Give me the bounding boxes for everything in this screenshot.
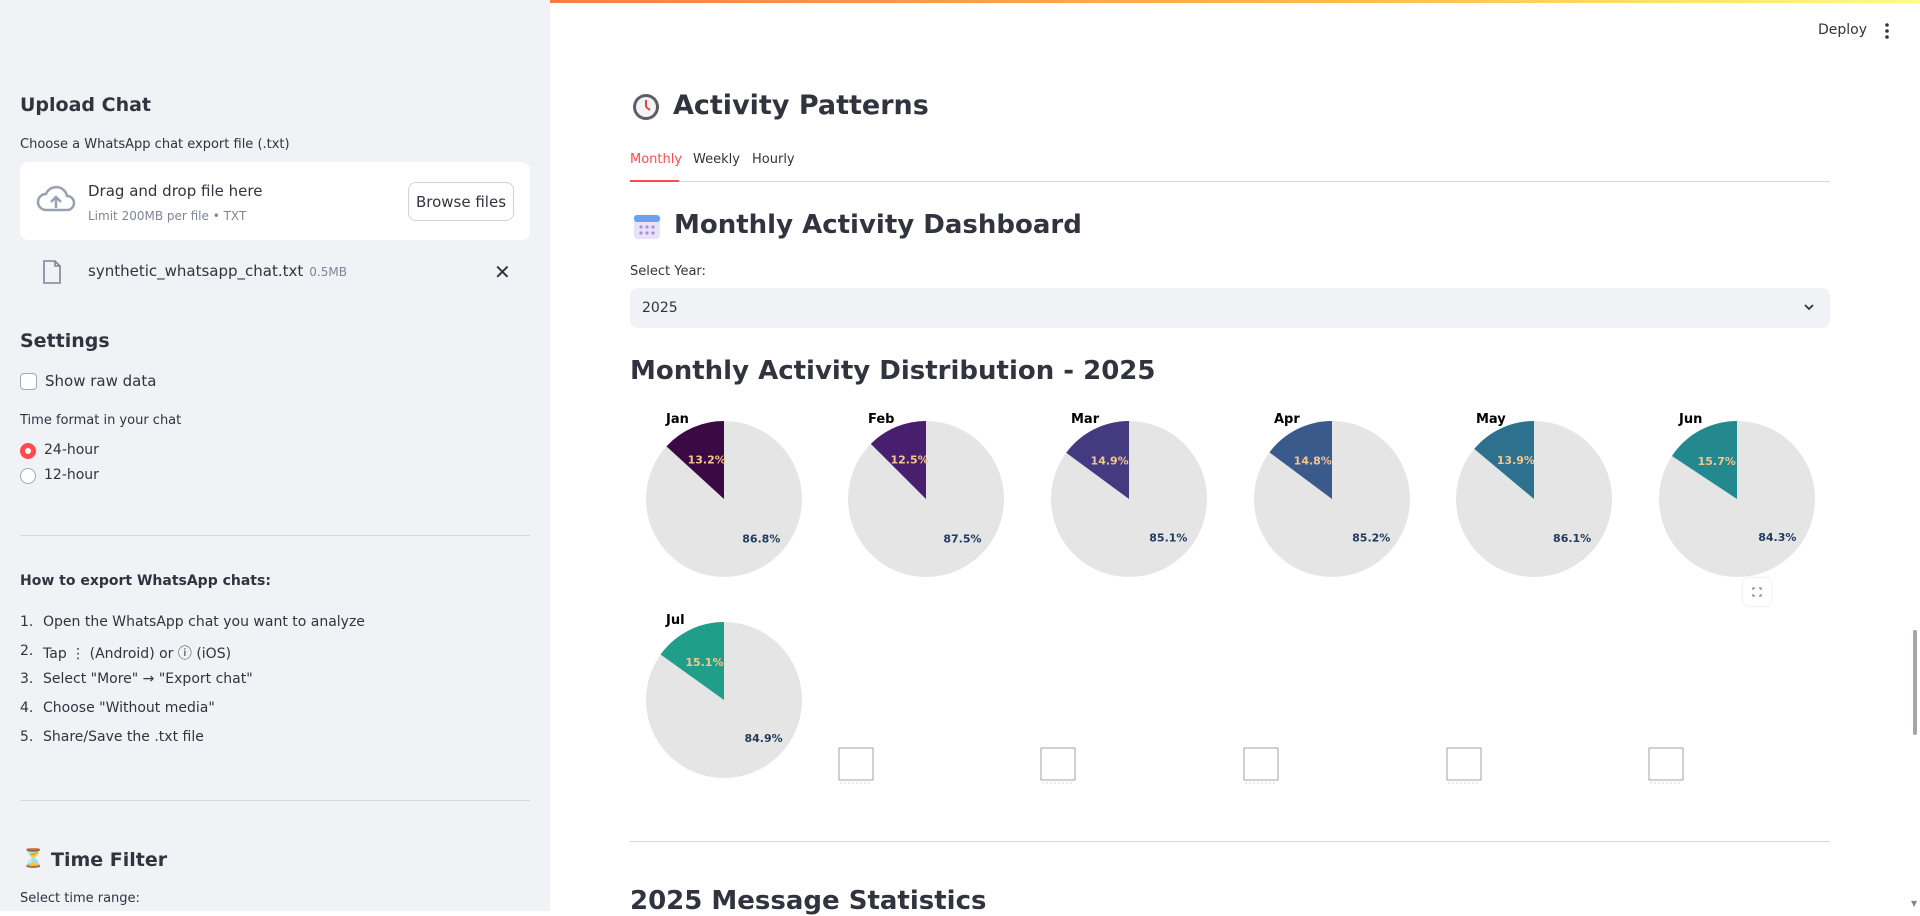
pie-rest-label: 87.5% <box>943 533 981 546</box>
activity-patterns-heading: Activity Patterns <box>673 90 929 121</box>
step-number: 2. <box>20 643 34 659</box>
year-select-value: 2025 <box>642 300 678 316</box>
pie-rest-label: 85.1% <box>1149 531 1187 544</box>
tab-hourly[interactable]: Hourly <box>752 152 795 167</box>
uploaded-file-row: synthetic_whatsapp_chat.txt 0.5MB ✕ <box>20 258 530 290</box>
file-size: 0.5MB <box>309 265 347 279</box>
radio-12-hour-label: 12-hour <box>44 467 99 483</box>
pie-month-title: Mar <box>1071 412 1100 427</box>
step-number: 3. <box>20 671 34 687</box>
tab-weekly[interactable]: Weekly <box>693 152 740 167</box>
export-step: Select "More" → "Export chat" <box>43 671 253 687</box>
calendar-icon <box>634 215 660 239</box>
step-number: 4. <box>20 700 34 716</box>
year-select[interactable]: 2025 <box>630 288 1830 328</box>
empty-chart-placeholder <box>1040 747 1076 784</box>
file-dropzone[interactable]: Drag and drop file here Limit 200MB per … <box>20 162 530 240</box>
time-range-label: Select time range: <box>20 891 140 906</box>
sidebar: Upload Chat Choose a WhatsApp chat expor… <box>0 0 550 911</box>
chevron-down-icon <box>1804 304 1814 311</box>
pie-share-label: 14.9% <box>1091 455 1129 468</box>
monthly-dashboard-heading: Monthly Activity Dashboard <box>674 210 1082 240</box>
pie-month-title: Jun <box>1678 412 1702 427</box>
empty-chart-placeholder <box>1648 747 1684 784</box>
pie-share-label: 13.2% <box>688 454 726 467</box>
upload-chat-heading: Upload Chat <box>20 94 152 116</box>
pie-month-title: May <box>1476 412 1506 427</box>
time-format-label: Time format in your chat <box>20 413 182 428</box>
tabs-baseline <box>630 181 1830 182</box>
radio-12-hour[interactable] <box>20 468 36 484</box>
pie-rest-label: 84.9% <box>745 732 783 745</box>
main-content: Activity Patterns Monthly Weekly Hourly … <box>550 0 1920 916</box>
export-step: Share/Save the .txt file <box>43 729 204 745</box>
pie-month-title: Apr <box>1274 412 1300 427</box>
time-filter-heading: Time Filter <box>51 849 168 871</box>
empty-chart-placeholder <box>838 747 874 784</box>
empty-chart-placeholder <box>1446 747 1482 784</box>
pie-chart-apr: 14.8% 85.2% Apr <box>1254 412 1410 577</box>
pie-share-label: 13.9% <box>1497 454 1535 467</box>
radio-24-hour-label: 24-hour <box>44 442 99 458</box>
pie-rest-label: 86.1% <box>1553 532 1591 545</box>
pie-share-label: 12.5% <box>890 453 928 466</box>
settings-heading: Settings <box>20 330 110 352</box>
file-name: synthetic_whatsapp_chat.txt 0.5MB <box>88 262 347 280</box>
remove-file-close-icon[interactable]: ✕ <box>494 260 511 284</box>
section-divider <box>630 841 1830 842</box>
pie-share-label: 15.1% <box>685 656 723 669</box>
pie-chart-jan: 13.2% 86.8% Jan <box>646 412 802 577</box>
pie-chart-feb: 12.5% 87.5% Feb <box>848 412 1004 577</box>
pie-share-label: 15.7% <box>1698 455 1736 468</box>
distribution-heading: Monthly Activity Distribution - 2025 <box>630 356 1156 386</box>
browse-files-button[interactable]: Browse files <box>408 182 514 221</box>
select-year-label: Select Year: <box>630 264 706 279</box>
file-name-text: synthetic_whatsapp_chat.txt <box>88 262 304 280</box>
pie-chart-jul: 15.1% 84.9% Jul <box>646 613 802 778</box>
dropzone-title: Drag and drop file here <box>88 182 263 200</box>
expand-icon <box>1752 587 1762 597</box>
pie-rest-label: 86.8% <box>742 532 780 545</box>
page-scrollbar[interactable] <box>1913 630 1917 735</box>
radio-24-hour[interactable] <box>20 443 36 459</box>
upload-label: Choose a WhatsApp chat export file (.txt… <box>20 137 290 152</box>
dropzone-limit: Limit 200MB per file • TXT <box>88 209 247 223</box>
fullscreen-expand-button[interactable] <box>1743 578 1771 606</box>
pie-chart-may: 13.9% 86.1% May <box>1456 412 1612 577</box>
step-number: 5. <box>20 729 34 745</box>
sidebar-divider <box>20 535 530 536</box>
scroll-down-arrow-icon[interactable]: ▼ <box>1911 899 1917 908</box>
pie-month-title: Jan <box>665 412 689 427</box>
pie-chart-mar: 14.9% 85.1% Mar <box>1051 412 1207 577</box>
tab-monthly[interactable]: Monthly <box>630 152 682 167</box>
pie-month-title: Jul <box>665 613 685 628</box>
empty-chart-placeholder <box>1243 747 1279 784</box>
export-step: Tap ⋮ (Android) or ⓘ (iOS) <box>43 646 232 662</box>
pie-share-label: 14.8% <box>1294 455 1332 468</box>
show-raw-data-label: Show raw data <box>45 372 157 390</box>
export-step: Choose "Without media" <box>43 700 215 716</box>
pie-rest-label: 85.2% <box>1352 531 1390 544</box>
cloud-upload-icon <box>36 185 76 212</box>
clock-icon <box>633 94 659 120</box>
how-to-export-heading: How to export WhatsApp chats: <box>20 573 271 589</box>
step-number: 1. <box>20 614 34 630</box>
active-tab-indicator <box>630 180 679 182</box>
export-step: Open the WhatsApp chat you want to analy… <box>43 614 365 630</box>
pie-chart-jun: 15.7% 84.3% Jun <box>1659 412 1815 577</box>
pie-rest-label: 84.3% <box>1758 531 1796 544</box>
sidebar-divider <box>20 800 530 801</box>
pie-month-title: Feb <box>868 412 894 427</box>
message-statistics-heading: 2025 Message Statistics <box>630 886 987 916</box>
show-raw-data-checkbox[interactable] <box>20 373 37 390</box>
hourglass-icon: ⏳ <box>22 848 45 869</box>
file-icon <box>43 260 61 284</box>
